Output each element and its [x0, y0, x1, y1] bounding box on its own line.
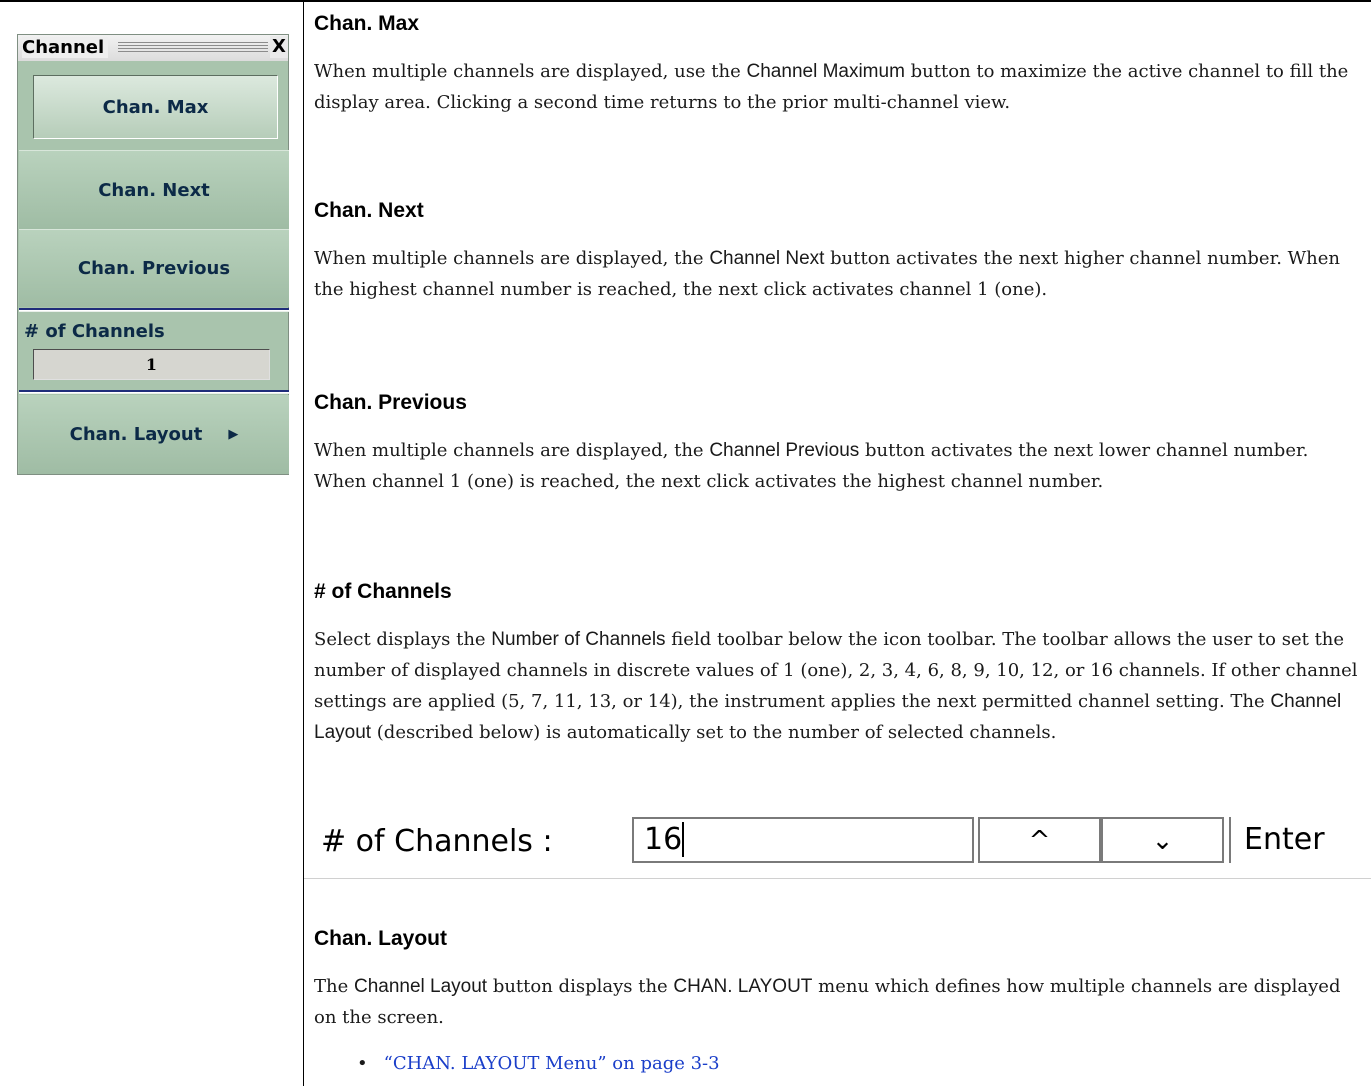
panel-titlebar[interactable]: Channel X — [18, 35, 288, 61]
section-divider — [19, 390, 289, 394]
triangle-right-icon: ▶ — [228, 427, 239, 442]
caret-up-icon: ^ — [1028, 826, 1051, 856]
num-channels-toolbar: # of Channels : 16 ^ ⌄ Enter — [304, 814, 1371, 879]
para-chan-layout: The Channel Layout button displays the C… — [314, 976, 1341, 1028]
heading-chan-previous: Chan. Previous — [314, 391, 467, 414]
para-chan-previous: When multiple channels are displayed, th… — [314, 440, 1309, 492]
bullet: • — [357, 1053, 368, 1074]
chan-previous-button[interactable]: Chan. Previous — [19, 230, 289, 307]
chan-max-button[interactable]: Chan. Max — [33, 75, 278, 139]
titlebar-grip — [118, 42, 268, 54]
heading-num-channels: # of Channels — [314, 580, 452, 603]
num-channels-input[interactable]: 16 — [632, 817, 974, 863]
decrement-button[interactable]: ⌄ — [1101, 817, 1224, 863]
enter-button[interactable]: Enter — [1244, 822, 1325, 857]
chan-layout-menu-link[interactable]: “CHAN. LAYOUT Menu” on page 3-3 — [384, 1053, 720, 1074]
num-channels-field[interactable]: 1 — [33, 349, 270, 380]
link-list-item: • “CHAN. LAYOUT Menu” on page 3-3 — [357, 1053, 720, 1074]
para-chan-max: When multiple channels are displayed, us… — [314, 61, 1349, 113]
close-button[interactable]: X — [270, 36, 288, 58]
section-divider — [19, 308, 289, 312]
heading-chan-max: Chan. Max — [314, 12, 420, 35]
chan-previous-label: Chan. Previous — [77, 258, 231, 279]
channel-menu-panel: Channel X Chan. Max Chan. Next Chan. Pre… — [17, 34, 289, 475]
heading-chan-next: Chan. Next — [314, 199, 424, 222]
chan-layout-button[interactable]: Chan. Layout ▶ — [19, 395, 289, 474]
chan-next-button[interactable]: Chan. Next — [19, 151, 289, 229]
para-chan-next: When multiple channels are displayed, th… — [314, 248, 1340, 300]
chan-layout-label: Chan. Layout — [69, 424, 203, 445]
caret-down-icon: ⌄ — [1151, 826, 1174, 856]
heading-chan-layout: Chan. Layout — [314, 927, 448, 950]
chan-next-label: Chan. Next — [98, 179, 210, 201]
column-divider — [303, 0, 304, 1086]
toolbar-label: # of Channels : — [321, 824, 553, 859]
increment-button[interactable]: ^ — [978, 817, 1101, 863]
num-channels-label: # of Channels — [24, 321, 165, 342]
enter-divider — [1229, 817, 1231, 863]
para-num-channels: Select displays the Number of Channels f… — [314, 629, 1358, 743]
panel-title: Channel — [22, 37, 109, 58]
chan-max-label: Chan. Max — [102, 96, 209, 118]
top-rule — [0, 0, 1371, 2]
